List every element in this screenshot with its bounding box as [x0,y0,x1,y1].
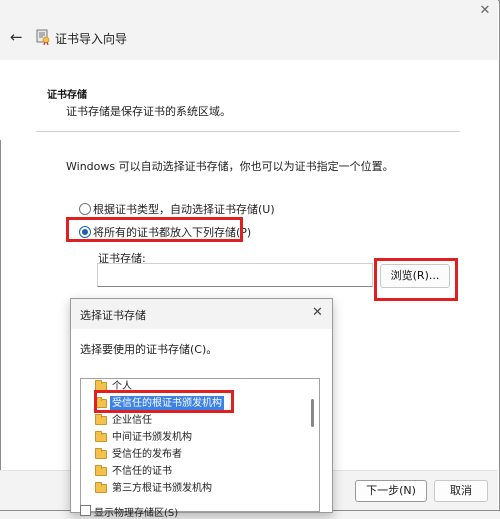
window-title: 证书导入向导 [55,32,128,46]
section-title: 证书存储 [47,90,87,101]
folder-icon [95,482,107,493]
radio-auto-select[interactable] [79,203,91,215]
cancel-button[interactable]: 取消 [434,480,488,502]
tree-item-label: 受信任的发布者 [112,449,182,460]
next-button[interactable]: 下一步(N) [355,480,427,502]
highlight-trusted-root [94,390,234,413]
dialog-title: 选择证书存储 [80,309,146,322]
title-bar: ✕ ← 证书导入向导 [0,0,498,60]
radio-auto-select-label[interactable]: 根据证书类型，自动选择证书存储(U) [93,201,275,217]
folder-icon [95,431,107,442]
folder-icon [95,414,107,425]
tree-item-label: 第三方根证书颁发机构 [112,483,212,494]
tree-item-label: 企业信任 [112,415,152,426]
section-description: 证书存储是保存证书的系统区域。 [66,105,231,118]
divider [36,131,460,132]
scrollbar-thumb[interactable] [311,399,314,427]
dialog-title-bar: 选择证书存储 ✕ [71,299,332,329]
certificate-wizard-icon [35,27,51,46]
folder-icon [95,448,107,459]
folder-icon [95,465,107,476]
dialog-close-icon[interactable]: ✕ [312,306,323,320]
intro-text: Windows 可以自动选择证书存储，你也可以为证书指定一个位置。 [66,160,394,173]
highlight-browse [374,258,458,301]
show-physical-label: 显示物理存储区(S) [94,508,179,519]
dialog-prompt: 选择要使用的证书存储(C)。 [80,343,218,356]
back-arrow-icon[interactable]: ← [10,29,23,45]
tree-scrollbar[interactable] [311,383,314,505]
close-icon[interactable]: ✕ [478,4,492,18]
store-input[interactable] [97,263,373,287]
tree-item-label: 不信任的证书 [112,466,172,477]
tree-item-label: 中间证书颁发机构 [112,432,192,443]
highlight-place-all [66,217,243,242]
